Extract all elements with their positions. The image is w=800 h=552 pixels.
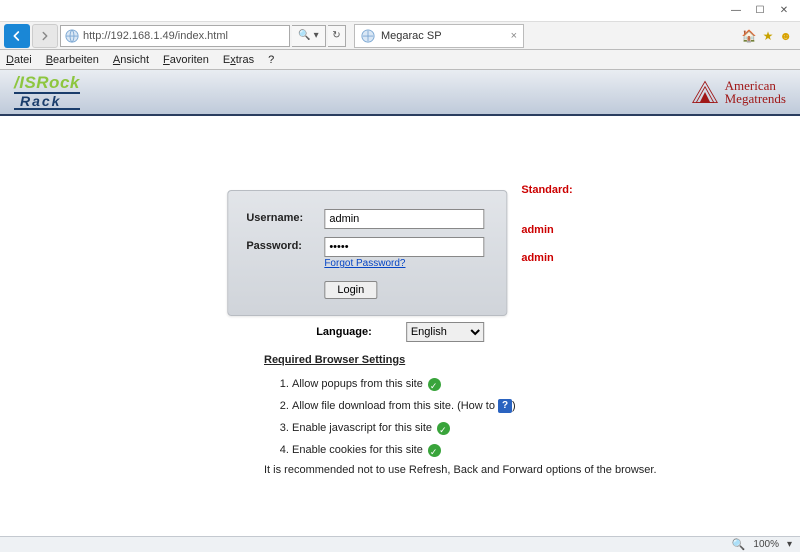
hint-username: admin [521, 216, 572, 244]
language-select[interactable]: English [406, 322, 484, 342]
address-bar[interactable]: http://192.168.1.49/index.html [60, 25, 290, 47]
asrock-logo: /ISRock Rack [14, 74, 80, 110]
check-icon [437, 422, 450, 435]
forward-button[interactable] [32, 24, 58, 48]
menu-ansicht[interactable]: Ansicht [113, 54, 149, 66]
tab-close-button[interactable]: × [511, 30, 517, 42]
hint-standard-label: Standard: [521, 184, 572, 196]
ami-text-2: Megatrends [725, 92, 786, 105]
page-icon [361, 29, 375, 43]
username-label: Username: [244, 205, 322, 233]
status-bar: 🔍 100% ▾ [0, 536, 800, 552]
browser-note: It is recommended not to use Refresh, Ba… [264, 464, 664, 476]
back-button[interactable] [4, 24, 30, 48]
home-icon[interactable]: 🏠 [742, 29, 757, 43]
menu-hilfe[interactable]: ? [268, 54, 274, 66]
ami-logo: American Megatrends [691, 78, 786, 106]
zoom-level: 100% [753, 539, 779, 550]
check-icon [428, 444, 441, 457]
tools-icon[interactable]: ☻ [779, 29, 792, 43]
page-header: /ISRock Rack American Megatrends [0, 70, 800, 116]
ami-triangle-icon [691, 78, 719, 106]
menu-favoriten[interactable]: Favoriten [163, 54, 209, 66]
zoom-dropdown[interactable]: ▾ [787, 539, 792, 550]
browser-menubar: DDateiatei Bearbeiten Ansicht Favoriten … [0, 50, 800, 70]
check-icon [428, 378, 441, 391]
refresh-button[interactable]: ↻ [328, 25, 346, 47]
arrow-right-icon [38, 29, 52, 43]
tab-title: Megarac SP [381, 30, 442, 42]
zoom-icon[interactable]: 🔍 [732, 538, 746, 551]
password-label: Password: [244, 233, 322, 273]
forgot-password-link[interactable]: Forgot Password? [324, 258, 405, 269]
asrock-logo-line1: /ISRock [14, 74, 80, 91]
language-row: Language: English [316, 322, 484, 342]
page-body: Username: Password: Forgot Password? Log… [0, 116, 800, 536]
hint-password: admin [521, 244, 572, 272]
arrow-left-icon [9, 28, 25, 44]
window-close-button[interactable]: ✕ [772, 2, 796, 20]
menu-bearbeiten[interactable]: Bearbeiten [46, 54, 99, 66]
help-icon[interactable]: ? [498, 399, 512, 413]
required-settings-block: Required Browser Settings Allow popups f… [264, 354, 664, 476]
language-label: Language: [316, 326, 372, 338]
window-minimize-button[interactable]: — [724, 2, 748, 20]
menu-extras[interactable]: Extras [223, 54, 254, 66]
url-text: http://192.168.1.49/index.html [83, 30, 228, 42]
login-panel: Username: Password: Forgot Password? Log… [227, 190, 507, 316]
browser-toolbar: http://192.168.1.49/index.html 🔍 ▾ ↻ Meg… [0, 22, 800, 50]
favorites-icon[interactable]: ★ [763, 29, 774, 43]
login-button[interactable]: Login [324, 281, 377, 299]
asrock-logo-line2: Rack [14, 92, 80, 110]
window-titlebar: — ☐ ✕ [0, 0, 800, 22]
required-settings-heading: Required Browser Settings [264, 354, 664, 366]
username-input[interactable] [324, 209, 484, 229]
req-item-cookies: Enable cookies for this site [292, 442, 664, 458]
standard-credentials-hint: Standard: admin admin [521, 190, 572, 272]
menu-datei[interactable]: DDateiatei [6, 54, 32, 66]
search-dropdown[interactable]: 🔍 ▾ [292, 25, 326, 47]
window-maximize-button[interactable]: ☐ [748, 2, 772, 20]
password-input[interactable] [324, 237, 484, 257]
toolbar-right-icons: 🏠 ★ ☻ [742, 29, 796, 43]
req-item-download: Allow file download from this site. (How… [292, 398, 664, 414]
req-item-js: Enable javascript for this site [292, 420, 664, 436]
globe-icon [65, 29, 79, 43]
browser-tab[interactable]: Megarac SP × [354, 24, 524, 48]
req-item-popups: Allow popups from this site [292, 376, 664, 392]
